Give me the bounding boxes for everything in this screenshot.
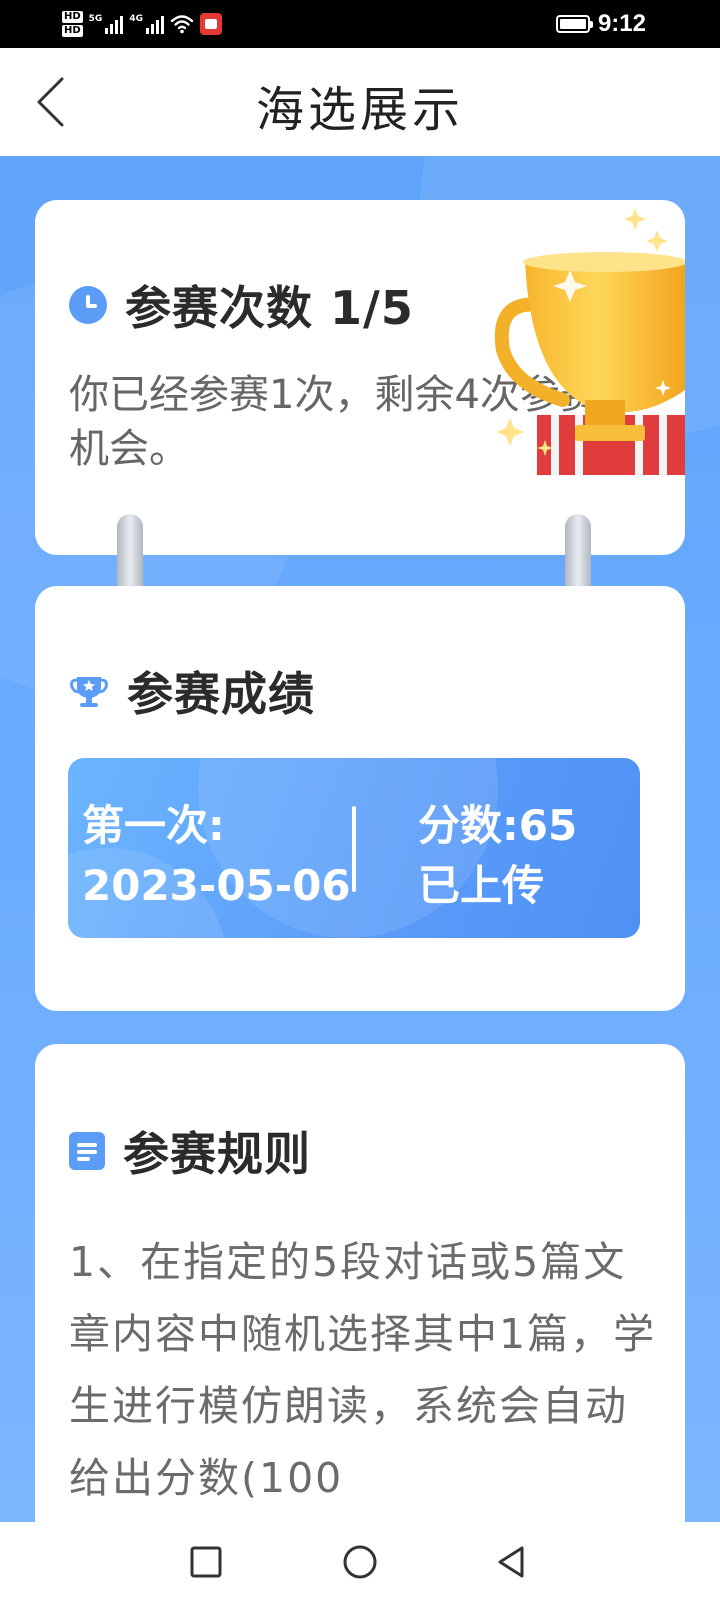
score-entry[interactable]: 第一次: 2023-05-06 分数:65 已上传 [68,758,640,938]
rules-text: 1、在指定的5段对话或5篇文章内容中随机选择其中1篇，学生进行模仿朗读，系统会自… [69,1238,657,1502]
system-nav-bar [0,1522,720,1600]
hd-top-badge: HD [62,11,83,23]
wifi-icon [170,15,194,34]
hd-bottom-badge: HD [62,25,83,37]
score-divider [352,806,356,892]
square-icon[interactable] [186,1542,226,1582]
results-card: 参赛成绩 第一次: 2023-05-06 分数:65 已上传 [35,586,685,1011]
status-bar: HD HD 5G 4G 9:12 [0,0,720,48]
attempts-card: 参赛次数 1/5 你已经参赛1次，剩余4次参赛机会。 [35,200,685,555]
triangle-back-icon[interactable] [492,1542,532,1582]
score-entry-left: 第一次: 2023-05-06 [82,796,351,916]
trophy-illustration-icon [494,208,685,475]
battery-icon [555,15,593,33]
document-icon [69,1132,105,1170]
attempts-card-header: 参赛次数 1/5 [69,272,414,338]
rules-card: 参赛规则 1、在指定的5段对话或5篇文章内容中随机选择其中1篇，学生进行模仿朗读… [35,1044,685,1522]
rules-card-header: 参赛规则 [69,1118,311,1184]
trophy-icon [70,677,108,707]
circle-icon[interactable] [340,1542,380,1582]
attempts-heading: 参赛次数 1/5 [125,281,414,335]
main-content[interactable]: 参赛次数 1/5 你已经参赛1次，剩余4次参赛机会。 参赛成绩 第一次: 202… [0,156,720,1522]
clock-icon [69,286,107,324]
score-value: 分数:65 [418,801,578,850]
status-icons-right: 9:12 [555,10,646,38]
results-card-header: 参赛成绩 [69,658,315,724]
signal-2-label: 4G [129,14,143,24]
attempt-label: 第一次: [82,801,225,850]
signal-1-label: 5G [88,14,103,24]
results-heading: 参赛成绩 [127,667,315,721]
page-title: 海选展示 [255,82,464,138]
app-header: 海选展示 [0,48,720,156]
upload-status: 已上传 [418,861,545,910]
rules-heading: 参赛规则 [123,1127,311,1181]
attempt-date: 2023-05-06 [82,861,351,910]
notification-icon [199,13,222,35]
status-icons-left: HD HD 5G 4G [62,6,222,42]
status-time: 9:12 [597,10,646,37]
signal-1-icon: 5G [89,14,124,34]
hd-indicators: HD HD [62,11,83,37]
score-entry-right: 分数:65 已上传 [418,796,577,916]
signal-2-icon: 4G [129,14,164,34]
